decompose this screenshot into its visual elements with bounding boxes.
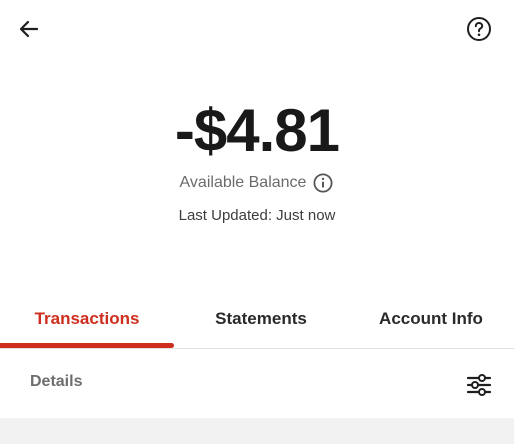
arrow-left-icon [19, 20, 39, 38]
balance-section: -$4.81 Available Balance Last Updated: J… [0, 96, 514, 226]
active-tab-indicator [0, 343, 174, 348]
help-button[interactable] [464, 14, 494, 44]
info-circle-icon [313, 173, 333, 193]
top-app-bar [0, 0, 514, 58]
question-circle-icon [467, 17, 491, 41]
tab-label: Transactions [34, 309, 140, 328]
tab-account-info[interactable]: Account Info [348, 292, 514, 346]
account-tabs: Transactions Statements Account Info [0, 292, 514, 349]
filter-button[interactable] [464, 373, 494, 397]
last-updated-text: Last Updated: Just now [178, 207, 336, 224]
balance-amount: -$4.81 [174, 97, 340, 164]
details-label: Details [30, 373, 83, 390]
sliders-icon [466, 374, 492, 396]
back-button[interactable] [14, 14, 44, 44]
tab-label: Account Info [379, 309, 483, 328]
balance-info-button[interactable] [312, 172, 334, 194]
tab-label: Statements [215, 309, 307, 328]
available-balance-label: Available Balance [179, 174, 307, 191]
tab-statements[interactable]: Statements [174, 292, 348, 346]
available-balance-row: Available Balance [0, 170, 514, 196]
list-background-strip [0, 418, 514, 444]
tab-transactions[interactable]: Transactions [0, 292, 174, 346]
details-header: Details [0, 349, 514, 418]
